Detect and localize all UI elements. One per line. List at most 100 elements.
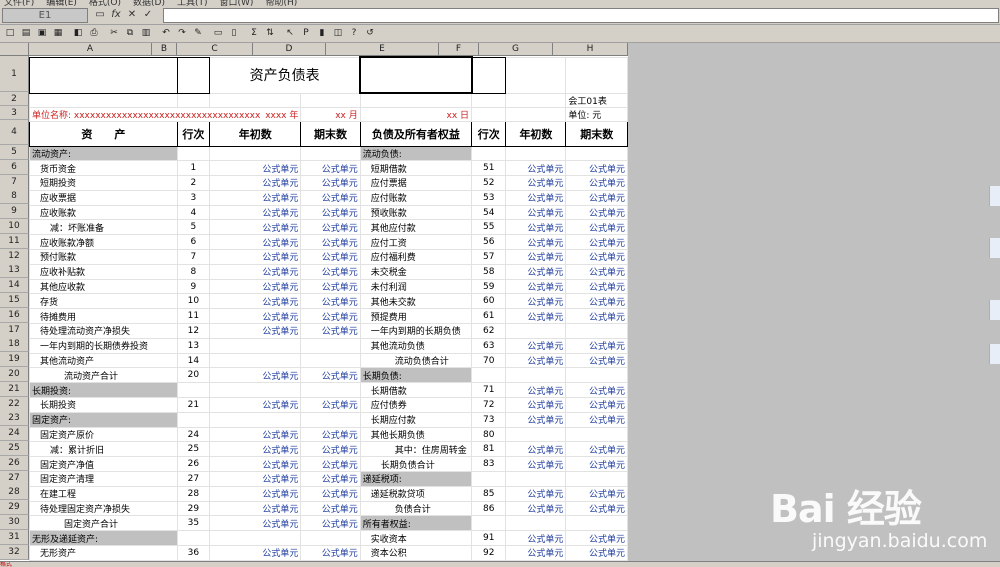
cell-b11[interactable]: 6 [176,234,211,251]
cell-f11[interactable]: 56 [471,234,507,251]
cell-d5[interactable] [300,145,361,162]
header-row-no[interactable]: 行次 [176,120,211,147]
cell-b20[interactable]: 20 [176,367,211,384]
cell-h31[interactable]: 公式单元 [565,530,628,547]
cell-f28[interactable]: 85 [471,485,507,502]
cell-d14[interactable]: 公式单元 [300,278,361,295]
cell-b18[interactable]: 13 [176,337,211,354]
cut-icon[interactable]: ✂ [108,27,120,39]
cell-f29[interactable]: 86 [471,500,507,517]
cell-g21[interactable]: 公式单元 [505,382,567,399]
column-header-e[interactable]: E [326,43,439,56]
cell-g8[interactable]: 公式单元 [505,189,567,206]
row-header[interactable]: 5 [0,145,29,160]
cell-a6[interactable]: 货币资金 [29,160,178,177]
cell-a10[interactable]: 减：坏账准备 [29,219,178,236]
cell-g32[interactable]: 公式单元 [505,545,567,561]
cell-g29[interactable]: 公式单元 [505,500,567,517]
row-header[interactable]: 2 [0,92,29,106]
column-header-h[interactable]: H [553,43,628,56]
fx-icon[interactable]: fx [109,8,123,22]
cell-e7[interactable]: 应付票据 [359,175,473,191]
cell-h18[interactable]: 公式单元 [565,337,628,354]
insert-col-icon[interactable]: ▯ [228,27,240,39]
cell-c22[interactable]: 公式单元 [209,397,302,413]
cell-d23[interactable] [300,411,361,428]
row-header[interactable]: 24 [0,426,29,441]
formula-input[interactable] [163,8,999,23]
cell-a2[interactable] [29,92,178,108]
cell-g19[interactable]: 公式单元 [505,352,567,369]
cell-d8[interactable]: 公式单元 [300,189,361,206]
row-header[interactable]: 4 [0,120,29,145]
cell-d10[interactable]: 公式单元 [300,219,361,236]
print-icon[interactable]: ⎙ [88,27,100,39]
side-tab-3[interactable] [989,300,1000,320]
cell-h8[interactable]: 公式单元 [565,189,628,206]
cell-e17[interactable]: 一年内到期的长期负债 [359,323,473,339]
cell-h22[interactable]: 公式单元 [565,397,628,413]
cell-h9[interactable]: 公式单元 [565,204,628,221]
row-header[interactable]: 17 [0,323,29,338]
cell-e14[interactable]: 未付利润 [359,278,473,295]
column-header-d[interactable]: D [253,43,326,56]
cell-b31[interactable] [176,530,211,547]
cell-g26[interactable]: 公式单元 [505,456,567,473]
cell-c28[interactable]: 公式单元 [209,485,302,502]
row-header[interactable]: 31 [0,530,29,545]
cell-g9[interactable]: 公式单元 [505,204,567,221]
cell-f30[interactable] [471,515,507,532]
cell-f6[interactable]: 51 [471,160,507,177]
header-asset[interactable]: 资 产 [29,120,178,147]
cell-c13[interactable]: 公式单元 [209,263,302,280]
cell-h26[interactable]: 公式单元 [565,456,628,473]
cell-d27[interactable]: 公式单元 [300,471,361,487]
cell-h25[interactable]: 公式单元 [565,441,628,458]
calc-icon[interactable]: ◫ [332,27,344,39]
cell-g25[interactable]: 公式单元 [505,441,567,458]
cell-b10[interactable]: 5 [176,219,211,236]
cell-f27[interactable] [471,471,507,487]
cell-a31[interactable]: 无形及递延资产: [29,530,178,547]
column-header-c[interactable]: C [177,43,253,56]
row-header[interactable]: 22 [0,397,29,412]
cell-g12[interactable]: 公式单元 [505,249,567,265]
row-header[interactable]: 15 [0,293,29,308]
cell-e32[interactable]: 资本公积 [359,545,473,561]
cell-e28[interactable]: 递延税款贷项 [359,485,473,502]
cell-e9[interactable]: 预收账款 [359,204,473,221]
cell-h23[interactable]: 公式单元 [565,411,628,428]
open-icon[interactable]: ▤ [20,27,32,39]
cell-c18[interactable] [209,337,302,354]
cell-h15[interactable]: 公式单元 [565,293,628,310]
row-header[interactable]: 26 [0,456,29,471]
cell-a28[interactable]: 在建工程 [29,485,178,502]
cell-d29[interactable]: 公式单元 [300,500,361,517]
month-label[interactable]: xx 月 [300,106,361,122]
cell-g24[interactable] [505,426,567,443]
cell-h21[interactable]: 公式单元 [565,382,628,399]
cell-g11[interactable]: 公式单元 [505,234,567,251]
cell-h29[interactable]: 公式单元 [565,500,628,517]
cell-e15[interactable]: 其他未交款 [359,293,473,310]
function-list-icon[interactable]: ▭ [93,8,107,22]
cell-g30[interactable] [505,515,567,532]
cell-c19[interactable] [209,352,302,369]
cell-c27[interactable]: 公式单元 [209,471,302,487]
format-painter-icon[interactable]: ✎ [192,27,204,39]
cell-h11[interactable]: 公式单元 [565,234,628,251]
cell-g7[interactable]: 公式单元 [505,175,567,191]
cell-f20[interactable] [471,367,507,384]
back-icon[interactable]: ↺ [364,27,376,39]
insert-row-icon[interactable]: ▭ [212,27,224,39]
cell-b2[interactable] [176,92,211,108]
cell-b32[interactable]: 36 [176,545,211,561]
cell-f16[interactable]: 61 [471,308,507,325]
cell-e22[interactable]: 应付债券 [359,397,473,413]
cell-f5[interactable] [471,145,507,162]
cell-g28[interactable]: 公式单元 [505,485,567,502]
row-header[interactable]: 23 [0,411,29,426]
cell-b25[interactable]: 25 [176,441,211,458]
cell-a11[interactable]: 应收账款净额 [29,234,178,251]
cell-a17[interactable]: 待处理流动资产净损失 [29,323,178,339]
